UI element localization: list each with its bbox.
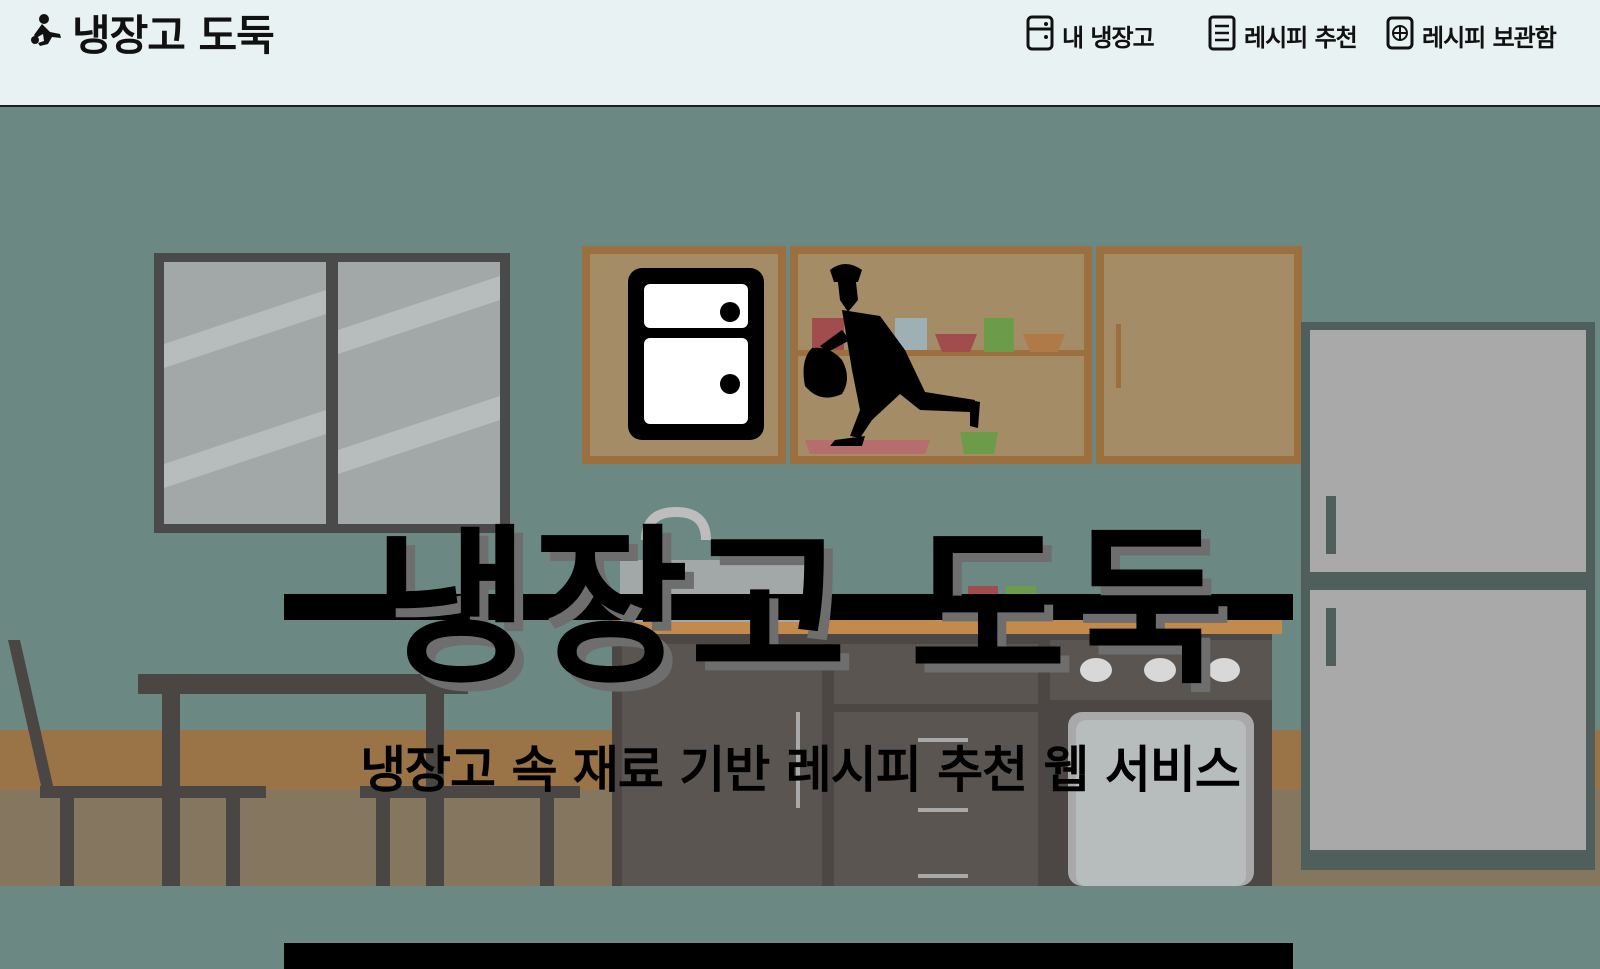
fridge-icon <box>1026 15 1054 55</box>
nav-my-fridge-label: 내 냉장고 <box>1062 23 1155 52</box>
nav-recipe-recommend-label: 레시피 추천 <box>1244 23 1358 52</box>
hero-title: 냉장고 도둑 <box>373 510 1227 708</box>
fridge-emblem <box>628 268 764 440</box>
running-thief-icon <box>30 10 66 54</box>
nav-my-fridge[interactable]: 내 냉장고 <box>1026 15 1155 55</box>
hero-subtitle: 냉장고 속 재료 기반 레시피 추천 웹 서비스 <box>360 741 1241 799</box>
title-bottom-band <box>284 943 1293 969</box>
nav-recipe-vault[interactable]: 레시피 보관함 <box>1386 15 1557 55</box>
nav-recipe-recommend[interactable]: 레시피 추천 <box>1208 15 1358 55</box>
logo-text: 냉장고 도둑 <box>72 10 275 60</box>
logo[interactable]: 냉장고 도둑 <box>30 8 275 60</box>
top-navigation-bar: 냉장고 도둑 내 냉장고 레시피 추천 레시피 보관함 <box>0 0 1600 107</box>
document-icon <box>1208 15 1236 55</box>
nav-recipe-vault-label: 레시피 보관함 <box>1422 23 1557 52</box>
plus-box-icon <box>1386 15 1414 55</box>
window <box>154 253 510 533</box>
